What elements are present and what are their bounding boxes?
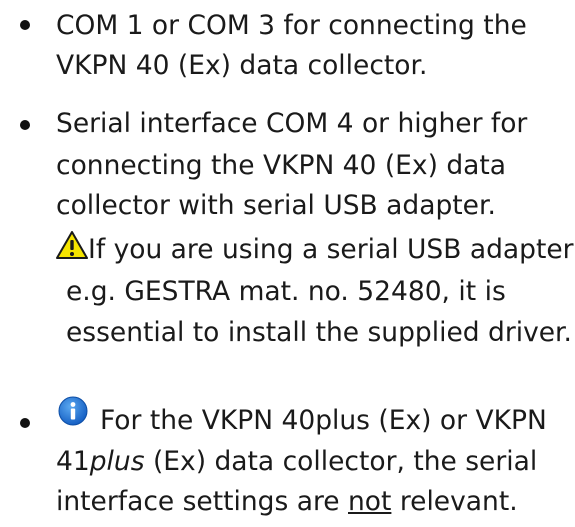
item2-line1: Serial interface COM 4 or higher for: [56, 108, 528, 139]
item2-line3: collector with serial USB adapter.: [56, 190, 496, 221]
warning-line1: If you are using a serial USB adapter,: [88, 234, 575, 265]
item3-line2-italic: plus: [89, 446, 145, 477]
info-icon: [58, 396, 88, 433]
item3-line3-suffix: relevant.: [391, 486, 518, 517]
bullet-dot: [20, 120, 30, 130]
item3-line2-prefix: 41: [56, 446, 90, 477]
item3-line3-prefix: interface settings are: [56, 486, 348, 517]
item3-line1: For the VKPN 40plus (Ex) or VKPN: [100, 405, 547, 436]
bullet-dot: [20, 418, 30, 428]
item3-line2: 41plus (Ex) data collector, the serial: [56, 442, 537, 482]
warning-icon: [56, 230, 88, 267]
warning-line2: e.g. GESTRA mat. no. 52480, it is: [66, 276, 506, 307]
item1-line1: COM 1 or COM 3 for connecting the: [56, 10, 527, 41]
item2-line2: connecting the VKPN 40 (Ex) data: [56, 150, 507, 181]
item3-line2-suffix: (Ex) data collector, the serial: [144, 446, 538, 477]
warning-line3: essential to install the supplied driver…: [66, 317, 572, 348]
item1-line2: VKPN 40 (Ex) data collector.: [56, 50, 428, 81]
bullet-dot: [20, 20, 30, 30]
item3-line3-underline: not: [348, 486, 392, 517]
item3-line3: interface settings are not relevant.: [56, 482, 518, 522]
